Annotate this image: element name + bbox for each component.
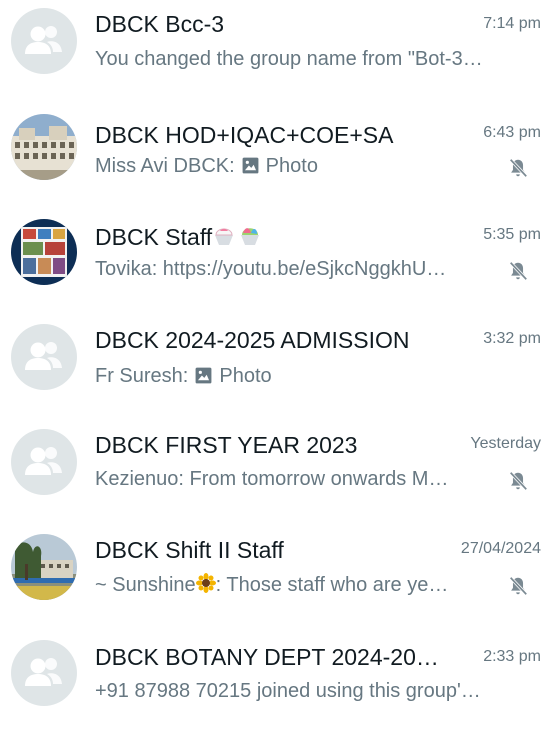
chat-preview-text: : Those staff who are ye… xyxy=(215,574,449,596)
chat-time: 6:43 pm xyxy=(483,124,541,141)
chat-preview: Fr Suresh: Photo xyxy=(95,365,495,388)
photo-icon xyxy=(242,157,259,174)
chat-preview: ~ Sunshine : Those staff who are ye… xyxy=(95,573,495,599)
chat-name: DBCK 2024-2025 ADMISSION xyxy=(95,327,410,353)
mute-icon xyxy=(509,471,528,491)
chat-row-dbck-hod-iqac-coe-sa[interactable]: DBCK HOD+IQAC+COE+SA 6:43 pm Miss Avi DB… xyxy=(0,105,545,210)
chat-time: 5:35 pm xyxy=(483,226,541,243)
chat-name: DBCK Bcc-3 xyxy=(95,11,225,37)
chat-name: DBCK FIRST YEAR 2023 xyxy=(95,432,358,458)
chat-preview: Kezienuo: From tomorrow onwards M… xyxy=(95,468,449,490)
chat-row-dbck-botany-dept[interactable]: DBCK BOTANY DEPT 2024-20… 2:33 pm +91 87… xyxy=(0,630,545,735)
chat-name: DBCK Shift II Staff xyxy=(95,537,284,563)
group-default-icon[interactable] xyxy=(11,324,77,390)
mute-icon xyxy=(509,576,528,596)
chat-time: 3:32 pm xyxy=(483,330,541,347)
chat-preview: You changed the group name from "Bot-3… xyxy=(95,48,483,70)
chat-row-dbck-staff[interactable]: DBCK Staff 5:35 pm Tovika: https://youtu… xyxy=(0,210,545,315)
chat-preview: Tovika: https://youtu.be/eSjkcNggkhU… xyxy=(95,258,447,280)
chat-name-wrapper: DBCK Staff xyxy=(95,223,455,253)
chat-row-dbck-2024-2025-admission[interactable]: DBCK 2024-2025 ADMISSION 3:32 pm Fr Sure… xyxy=(0,315,545,420)
mute-icon xyxy=(509,261,528,281)
photo-icon xyxy=(195,367,212,384)
chat-sender: Miss Avi DBCK: xyxy=(95,155,235,177)
chat-row-dbck-bcc-3[interactable]: DBCK Bcc-3 7:14 pm You changed the group… xyxy=(0,0,545,105)
chat-row-dbck-shift-ii-staff[interactable]: DBCK Shift II Staff 27/04/2024 ~ Sunshin… xyxy=(0,525,545,630)
chat-name: DBCK BOTANY DEPT 2024-20… xyxy=(95,644,439,670)
building-photo[interactable] xyxy=(11,114,77,180)
collage-photo[interactable] xyxy=(11,219,77,285)
group-default-icon[interactable] xyxy=(11,640,77,706)
chat-sender: ~ Sunshine xyxy=(95,574,196,596)
campus-photo[interactable] xyxy=(11,534,77,600)
group-default-icon[interactable] xyxy=(11,429,77,495)
group-default-icon[interactable] xyxy=(11,8,77,74)
chat-preview: +91 87988 70215 joined using this group'… xyxy=(95,680,481,702)
chat-attachment-label: Photo xyxy=(219,365,272,387)
chat-list: DBCK Bcc-3 7:14 pm You changed the group… xyxy=(0,0,545,706)
mute-icon xyxy=(509,158,528,178)
chat-sender: Fr Suresh: xyxy=(95,365,189,387)
sunflower-emoji xyxy=(195,573,216,599)
chat-attachment-label: Photo xyxy=(265,155,318,177)
chat-name: DBCK Staff xyxy=(95,224,213,250)
chat-time: 27/04/2024 xyxy=(460,540,541,557)
chat-preview: Miss Avi DBCK: Photo xyxy=(95,155,495,178)
shaved-ice-emoji xyxy=(212,223,262,253)
chat-time: Yesterday xyxy=(470,435,541,452)
chat-name: DBCK HOD+IQAC+COE+SA xyxy=(95,122,394,148)
chat-time: 2:33 pm xyxy=(483,648,541,665)
chat-row-dbck-first-year-2023[interactable]: DBCK FIRST YEAR 2023 Yesterday Kezienuo:… xyxy=(0,420,545,525)
chat-time: 7:14 pm xyxy=(483,15,541,32)
